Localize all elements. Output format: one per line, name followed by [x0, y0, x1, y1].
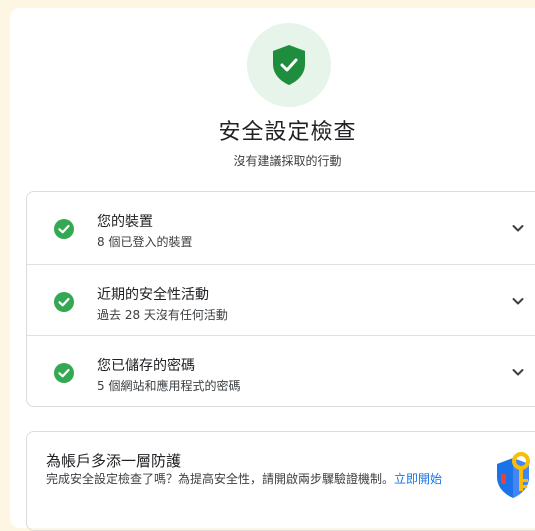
- check-row-title: 您的裝置: [97, 214, 153, 230]
- check-row-saved-passwords[interactable]: 您已儲存的密碼 5 個網站和應用程式的密碼: [27, 335, 535, 406]
- check-row-subtitle: 過去 28 天沒有任何活動: [97, 308, 228, 322]
- check-row-title: 近期的安全性活動: [97, 287, 209, 303]
- checkup-list: 您的裝置 8 個已登入的裝置 近期的安全性活動 過去 28 天沒有任何活動 您已…: [26, 191, 535, 407]
- check-circle-icon: [54, 292, 74, 312]
- hero-badge: [247, 23, 331, 107]
- check-row-recent-activity[interactable]: 近期的安全性活動 過去 28 天沒有任何活動: [27, 264, 535, 336]
- check-row-subtitle: 5 個網站和應用程式的密碼: [97, 379, 241, 393]
- check-row-title: 您已儲存的密碼: [97, 358, 195, 374]
- promo-title: 為帳戶多添一層防護: [46, 452, 182, 470]
- chevron-down-icon[interactable]: [510, 364, 526, 380]
- page-title: 安全設定檢查: [218, 120, 357, 145]
- chevron-down-icon[interactable]: [510, 220, 526, 236]
- get-started-link[interactable]: 立即開始: [394, 472, 442, 486]
- check-circle-icon: [54, 363, 74, 383]
- security-checkup-page: 安全設定檢查 沒有建議採取的行動 您的裝置 8 個已登入的裝置 近期的安全性活動…: [10, 8, 535, 531]
- check-row-subtitle: 8 個已登入的裝置: [97, 235, 193, 249]
- check-row-devices[interactable]: 您的裝置 8 個已登入的裝置: [27, 192, 535, 264]
- key-shield-icon: [497, 452, 530, 498]
- promo-text: 完成安全設定檢查了嗎？為提高安全性，請開啟兩步驟驗證機制。立即開始: [46, 470, 466, 489]
- two-step-promo-card: 為帳戶多添一層防護 完成安全設定檢查了嗎？為提高安全性，請開啟兩步驟驗證機制。立…: [26, 431, 535, 531]
- check-circle-icon: [54, 219, 74, 239]
- promo-body: 完成安全設定檢查了嗎？為提高安全性，請開啟兩步驟驗證機制。: [46, 472, 395, 486]
- shield-check-icon: [273, 45, 305, 85]
- page-subtitle: 沒有建議採取的行動: [233, 154, 342, 168]
- chevron-down-icon[interactable]: [510, 293, 526, 309]
